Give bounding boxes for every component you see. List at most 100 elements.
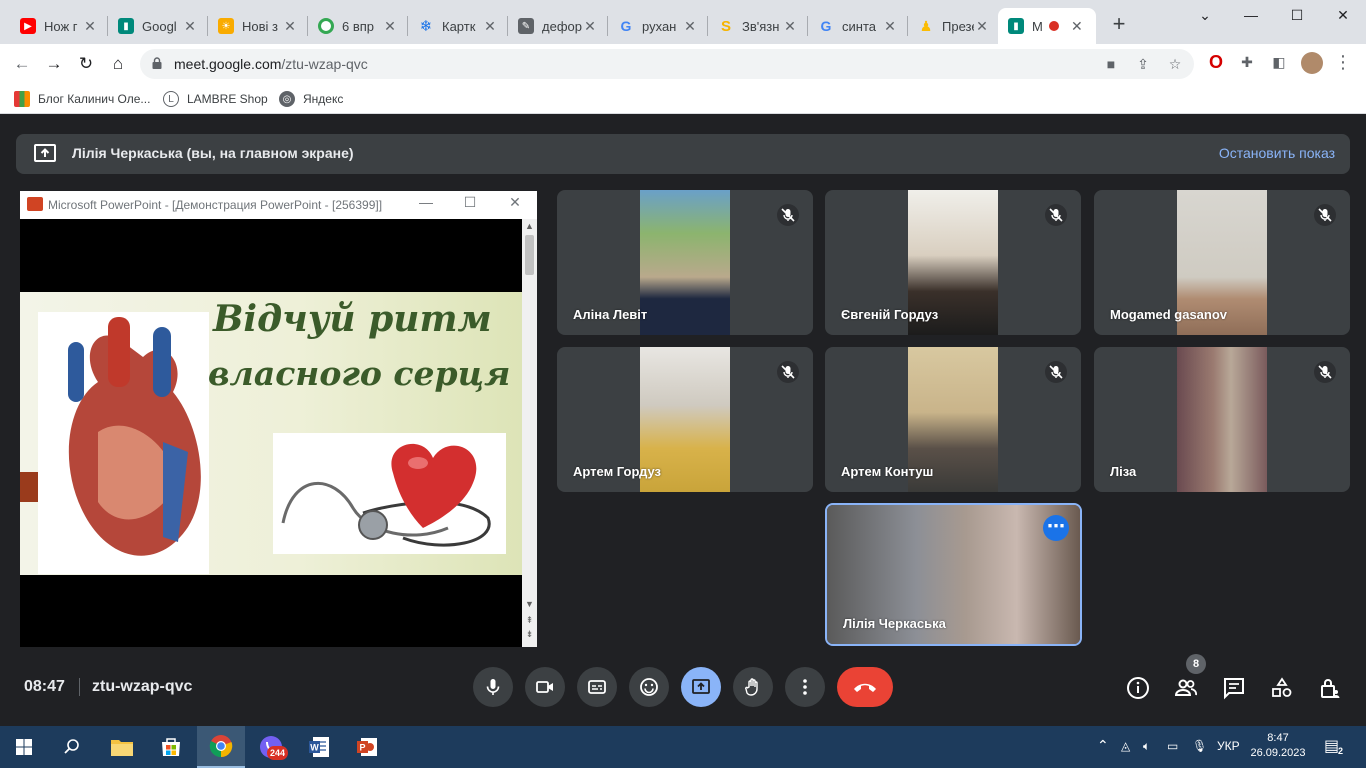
meeting-details-button[interactable] — [1125, 675, 1151, 701]
chat-button[interactable] — [1221, 675, 1247, 701]
powerpoint-titlebar: Microsoft PowerPoint - [Демонстрация Pow… — [20, 191, 537, 219]
heart-illustration — [38, 312, 209, 574]
word-icon: W — [309, 737, 329, 757]
participant-tile[interactable]: Артем Контуш — [825, 347, 1081, 492]
browser-tab[interactable]: G синта ✕ — [808, 8, 906, 44]
stethoscope-heart-illustration — [273, 433, 506, 554]
word-taskbar-button[interactable]: W — [295, 726, 343, 768]
url-text: meet.google.com/ztu-wzap-qvc — [174, 56, 368, 72]
people-icon — [1174, 679, 1197, 696]
reload-button[interactable]: ↻ — [74, 52, 98, 76]
new-tab-button[interactable]: + — [1108, 13, 1130, 35]
volume-icon[interactable]: 🔈︎ — [1143, 739, 1150, 754]
show-hidden-icons[interactable]: ⌃ — [1097, 737, 1109, 754]
host-controls-button[interactable] — [1317, 675, 1343, 701]
start-button[interactable] — [0, 726, 48, 768]
notifications-icon[interactable]: ▤ — [1324, 736, 1339, 756]
meet-icon: ▮ — [1008, 18, 1024, 34]
folder-icon — [111, 740, 133, 756]
raise-hand-button[interactable] — [733, 667, 773, 707]
browser-tab[interactable]: ✎ дефор ✕ — [508, 8, 606, 44]
close-tab-icon[interactable]: ✕ — [782, 18, 798, 35]
minimize-button[interactable]: — — [1228, 0, 1274, 32]
browser-tab[interactable]: ☀ Нові з ✕ — [208, 8, 306, 44]
back-button[interactable]: ← — [10, 52, 34, 76]
stop-presenting-button[interactable]: Остановить показ — [1219, 145, 1335, 161]
close-tab-icon[interactable]: ✕ — [382, 18, 398, 35]
info-icon — [1127, 677, 1149, 699]
address-bar[interactable]: meet.google.com/ztu-wzap-qvc ■ ⇪ ☆ — [140, 49, 1194, 79]
close-tab-icon[interactable]: ✕ — [82, 18, 98, 35]
bookmark-item[interactable]: L LAMBRE Shop — [163, 91, 268, 107]
lock-person-icon — [1321, 679, 1340, 698]
forward-button[interactable]: → — [42, 52, 66, 76]
taskbar-clock[interactable]: 8:47 26.09.2023 — [1250, 731, 1306, 761]
bookmarks-bar: Блог Калинич Оле... L LAMBRE Shop ◎ Янде… — [0, 84, 1366, 114]
close-tab-icon[interactable]: ✕ — [582, 18, 598, 35]
maximize-button[interactable]: ☐ — [1274, 0, 1320, 32]
participant-tile[interactable]: Mogamed gasanov — [1094, 190, 1350, 335]
search-button[interactable] — [48, 726, 96, 768]
browser-tab[interactable]: ▮ Googl ✕ — [108, 8, 206, 44]
pen-icon: ✎ — [518, 18, 534, 34]
profile-avatar[interactable] — [1301, 52, 1323, 74]
participant-video — [1177, 347, 1267, 492]
browser-tab[interactable]: ▶ Нож г ✕ — [10, 8, 106, 44]
close-tab-icon[interactable]: ✕ — [682, 18, 698, 35]
store-button[interactable] — [147, 726, 195, 768]
leave-call-button[interactable] — [837, 667, 893, 707]
participant-tile[interactable]: Аліна Левіт — [557, 190, 813, 335]
battery-icon[interactable]: ▭ — [1167, 739, 1178, 753]
tab-search-icon[interactable]: ⌄ — [1182, 0, 1228, 32]
viber-taskbar-button[interactable]: 244 — [247, 726, 295, 768]
close-tab-icon[interactable]: ✕ — [482, 18, 498, 35]
present-button[interactable] — [681, 667, 721, 707]
extensions-icon[interactable]: ✚ — [1237, 52, 1257, 72]
browser-tab[interactable]: G рухан ✕ — [608, 8, 706, 44]
more-options-icon[interactable]: ⋯ — [1043, 515, 1069, 541]
svg-text:P: P — [359, 743, 365, 753]
browser-tab[interactable]: S Зв'язн ✕ — [708, 8, 806, 44]
camera-in-use-icon[interactable]: ■ — [1102, 55, 1120, 73]
close-tab-icon[interactable]: ✕ — [974, 18, 990, 35]
browser-tab[interactable]: ♟ Презе✕ — [908, 8, 998, 44]
close-tab-icon[interactable]: ✕ — [1069, 18, 1085, 35]
hangup-icon — [854, 683, 876, 692]
powerpoint-icon — [27, 197, 43, 211]
file-explorer-button[interactable] — [98, 726, 146, 768]
close-tab-icon[interactable]: ✕ — [282, 18, 298, 35]
presenting-banner: Лілія Черкаська (вы, на главном экране) … — [16, 134, 1350, 174]
people-button[interactable] — [1173, 675, 1199, 701]
captions-button[interactable] — [577, 667, 617, 707]
hand-icon — [745, 678, 758, 696]
emoji-button[interactable] — [629, 667, 669, 707]
share-icon[interactable]: ⇪ — [1134, 55, 1152, 73]
wifi-icon[interactable]: ◬ — [1121, 739, 1130, 753]
home-button[interactable]: ⌂ — [106, 52, 130, 76]
participant-tile[interactable]: Євгеній Гордуз — [825, 190, 1081, 335]
browser-tab[interactable]: ❄ Картк ✕ — [408, 8, 506, 44]
close-tab-icon[interactable]: ✕ — [182, 18, 198, 35]
side-panel-icon[interactable]: ◧ — [1269, 52, 1289, 72]
language-indicator[interactable]: УКР — [1217, 739, 1240, 753]
activities-button[interactable] — [1269, 675, 1295, 701]
close-window-button[interactable]: ✕ — [1320, 0, 1366, 32]
self-tile[interactable]: ⋯ Лілія Черкаська — [825, 503, 1082, 646]
self-name: Лілія Черкаська — [843, 616, 946, 631]
powerpoint-taskbar-button[interactable]: P — [343, 726, 391, 768]
browser-tab-active[interactable]: ▮ M ✕ — [998, 8, 1096, 44]
more-options-button[interactable] — [785, 667, 825, 707]
captions-icon — [588, 680, 606, 694]
bookmark-item[interactable]: Блог Калинич Оле... — [14, 91, 150, 107]
camera-button[interactable] — [525, 667, 565, 707]
chrome-taskbar-button[interactable] — [197, 726, 245, 768]
browser-menu-icon[interactable]: ⋮ — [1333, 52, 1353, 72]
participant-tile[interactable]: Ліза — [1094, 347, 1350, 492]
close-tab-icon[interactable]: ✕ — [882, 18, 898, 35]
participant-tile[interactable]: Артем Гордуз — [557, 347, 813, 492]
mic-button[interactable] — [473, 667, 513, 707]
bookmark-star-icon[interactable]: ☆ — [1166, 55, 1184, 73]
opera-icon[interactable]: O — [1206, 52, 1226, 72]
bookmark-item[interactable]: ◎ Яндекс — [279, 91, 343, 107]
browser-tab[interactable]: 6 впр ✕ — [308, 8, 406, 44]
